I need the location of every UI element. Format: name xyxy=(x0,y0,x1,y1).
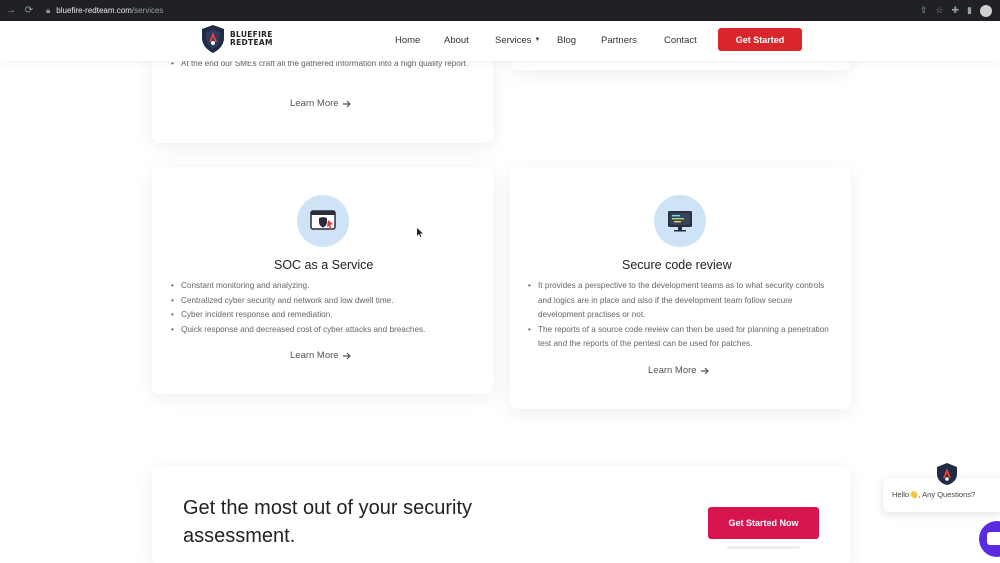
sidebar-icon[interactable]: ▮ xyxy=(967,5,972,16)
soc-icon-badge xyxy=(297,195,349,247)
service-card-code-review: Secure code review It provides a perspec… xyxy=(510,167,851,409)
list-item: The reports of a source code review can … xyxy=(528,323,833,352)
cta-title: Get the most out of your security assess… xyxy=(183,497,473,547)
nav-blog[interactable]: Blog xyxy=(557,35,576,46)
learn-more-label: Learn More xyxy=(648,365,697,376)
learn-more-label: Learn More xyxy=(290,350,339,361)
logo-wordmark: BLUEFIRE REDTEAM xyxy=(230,31,273,47)
site-logo[interactable]: BLUEFIRE REDTEAM xyxy=(200,24,273,54)
get-started-button[interactable]: Get Started xyxy=(718,28,802,51)
url-path: /services xyxy=(131,6,164,15)
chat-shield-avatar-icon xyxy=(937,463,957,485)
get-started-now-button[interactable]: Get Started Now xyxy=(708,507,819,539)
cta-section: Get the most out of your security assess… xyxy=(152,466,850,563)
nav-home[interactable]: Home xyxy=(395,35,420,46)
profile-avatar[interactable] xyxy=(980,4,992,17)
share-icon[interactable]: ⇪ xyxy=(920,5,928,16)
address-bar[interactable]: bluefire-redteam.com/services xyxy=(56,6,163,15)
service-card-soc: SOC as a Service Constant monitoring and… xyxy=(152,167,493,394)
button-shadow-divider xyxy=(727,546,800,549)
chat-icon xyxy=(987,532,1000,545)
list-item: Quick response and decreased cost of cyb… xyxy=(171,323,481,338)
nav-about[interactable]: About xyxy=(444,35,469,46)
list-item: Constant monitoring and analyzing. xyxy=(171,279,481,294)
learn-more-label: Learn More xyxy=(290,98,339,109)
url-domain: bluefire-redteam.com xyxy=(56,6,132,15)
lock-icon[interactable]: 🔒︎ xyxy=(46,6,50,16)
nav-contact[interactable]: Contact xyxy=(664,35,697,46)
chat-launcher-button[interactable] xyxy=(979,521,1000,557)
arrow-right-icon xyxy=(342,352,351,359)
nav-services-label: Services xyxy=(495,35,532,46)
card-title: SOC as a Service xyxy=(274,258,374,272)
arrow-right-icon xyxy=(700,367,709,374)
list-item: Centralized cyber security and network a… xyxy=(171,294,481,309)
card-bullet-list: It provides a perspective to the develop… xyxy=(528,279,833,352)
chevron-down-icon: ▼ xyxy=(534,37,541,44)
forward-icon[interactable]: → xyxy=(4,5,18,16)
bookmark-star-icon[interactable]: ☆ xyxy=(935,5,943,16)
code-monitor-icon xyxy=(668,211,692,232)
code-review-icon-badge xyxy=(654,195,706,247)
learn-more-link[interactable]: Learn More xyxy=(648,365,710,376)
shield-logo-icon xyxy=(202,25,224,53)
arrow-right-icon xyxy=(342,100,351,107)
nav-services[interactable]: Services ▼ xyxy=(495,35,540,46)
list-item: It provides a perspective to the develop… xyxy=(528,279,833,323)
list-item: Cyber incident response and remediation. xyxy=(171,308,481,323)
nav-partners[interactable]: Partners xyxy=(601,35,637,46)
extensions-icon[interactable]: ✚ xyxy=(952,5,960,16)
site-header: BLUEFIRE REDTEAM Home About Services ▼ Bl… xyxy=(0,21,1000,61)
card-title: Secure code review xyxy=(622,258,732,272)
reload-icon[interactable]: ⟳ xyxy=(22,5,36,16)
browser-shield-icon xyxy=(310,210,336,230)
learn-more-link[interactable]: Learn More xyxy=(290,350,352,361)
mouse-cursor-icon xyxy=(417,228,423,237)
logo-line-2: REDTEAM xyxy=(230,38,273,47)
browser-toolbar: → ⟳ 🔒︎ bluefire-redteam.com/services ⇪ ☆… xyxy=(0,0,1000,21)
card-bullet-list: Constant monitoring and analyzing. Centr… xyxy=(171,279,481,337)
learn-more-link[interactable]: Learn More xyxy=(290,98,352,109)
